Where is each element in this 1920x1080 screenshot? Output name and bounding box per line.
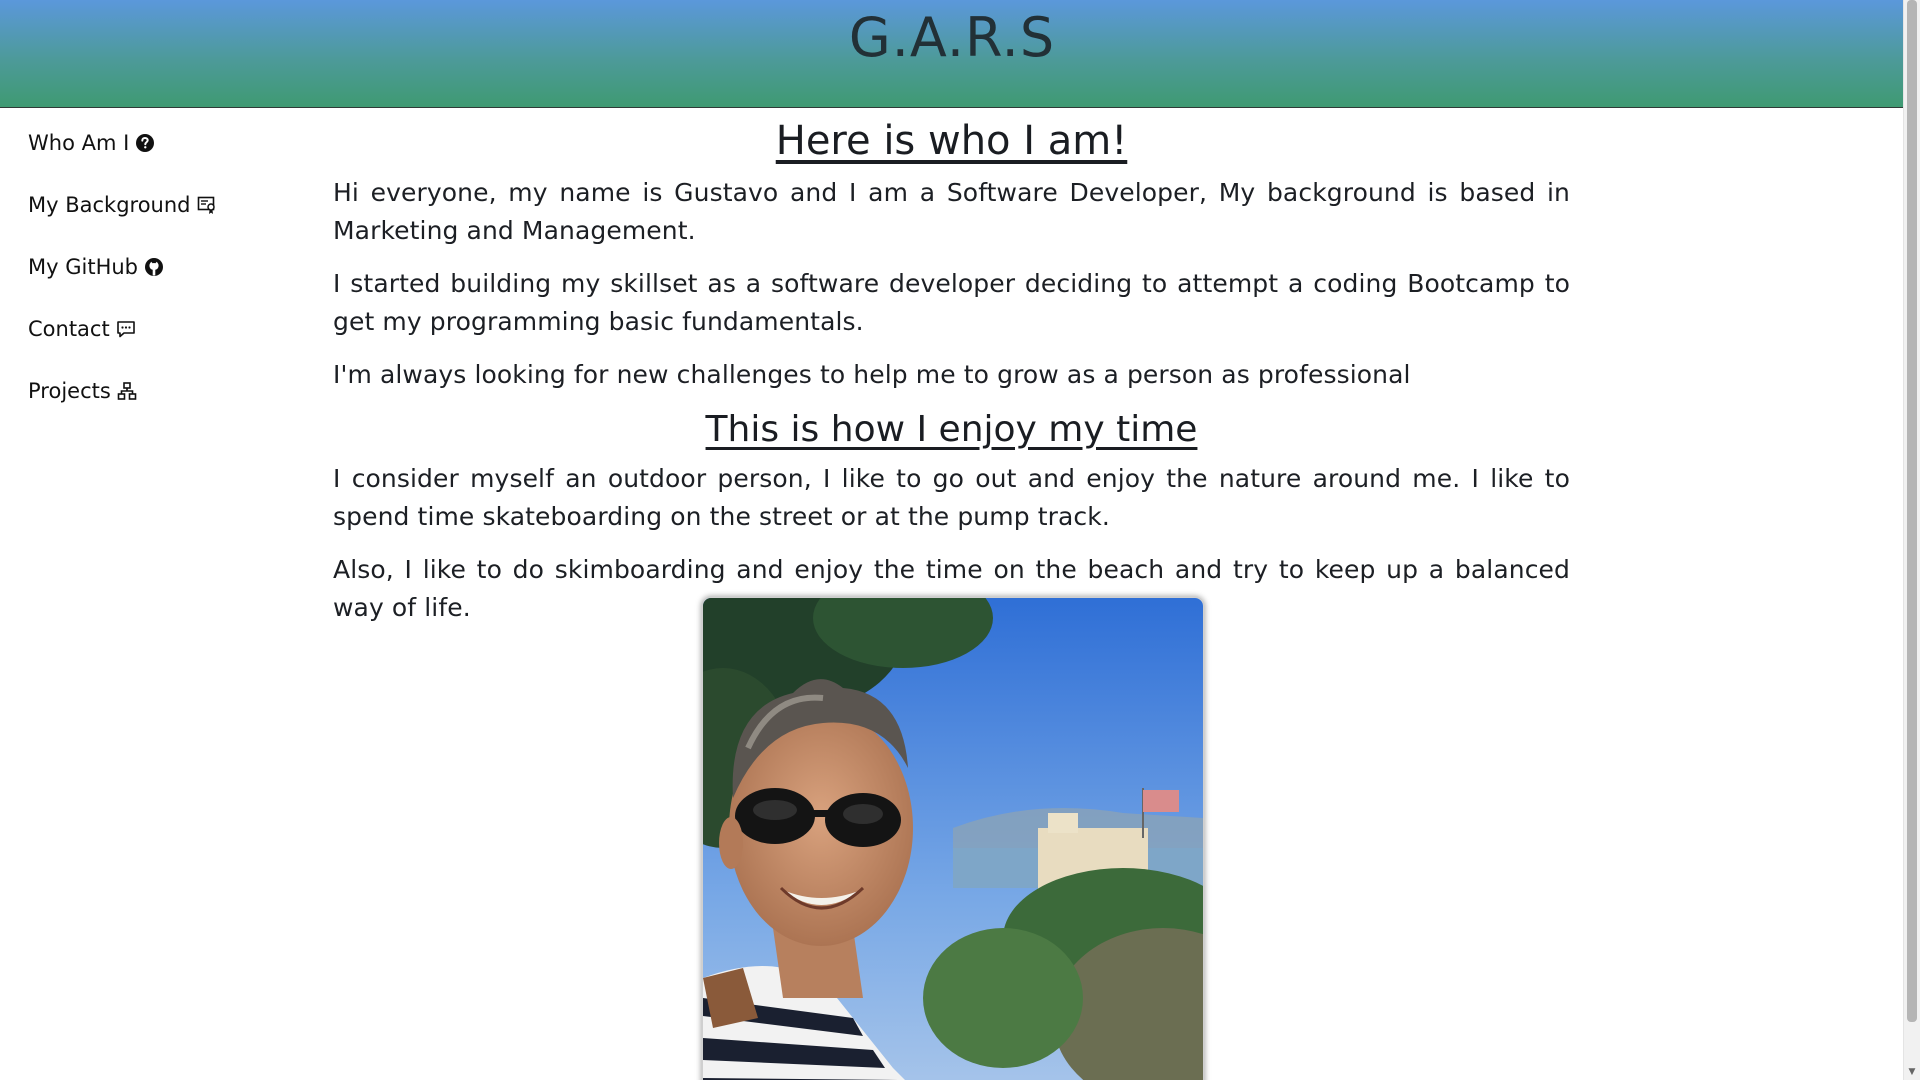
certificate-icon bbox=[197, 195, 217, 215]
challenges-paragraph: I'm always looking for new challenges to… bbox=[333, 360, 1411, 389]
scrollbar-thumb[interactable] bbox=[1907, 0, 1917, 1022]
sidebar-item-label: My Background bbox=[28, 193, 191, 217]
chat-icon bbox=[116, 319, 136, 339]
profile-photo-illustration bbox=[703, 598, 1203, 1080]
question-circle-icon bbox=[135, 133, 155, 153]
enjoy-time-heading: This is how I enjoy my time bbox=[705, 409, 1198, 450]
profile-photo bbox=[701, 596, 1205, 1080]
intro-paragraph: Hi everyone, my name is Gustavo and I am… bbox=[333, 178, 1570, 245]
site-title: G.A.R.S bbox=[848, 6, 1056, 69]
scroll-down-arrow-icon[interactable]: ▼ bbox=[1904, 1064, 1920, 1080]
sidebar-item-my-github[interactable]: My GitHub bbox=[28, 236, 288, 298]
sidebar-item-label: My GitHub bbox=[28, 255, 138, 279]
github-icon bbox=[144, 257, 164, 277]
main-content: Here is who I am! Hi everyone, my name i… bbox=[333, 118, 1570, 642]
sidebar-item-my-background[interactable]: My Background bbox=[28, 174, 288, 236]
who-i-am-heading: Here is who I am! bbox=[775, 118, 1128, 164]
skillset-paragraph: I started building my skillset as a soft… bbox=[333, 269, 1570, 336]
sidebar-item-label: Contact bbox=[28, 317, 110, 341]
sidebar-item-projects[interactable]: Projects bbox=[28, 360, 288, 422]
sidebar-item-who-am-i[interactable]: Who Am I bbox=[28, 112, 288, 174]
outdoor-paragraph: I consider myself an outdoor person, I l… bbox=[333, 464, 1570, 531]
site-header: G.A.R.S bbox=[0, 0, 1904, 108]
sidebar-item-label: Who Am I bbox=[28, 131, 130, 155]
sidebar-item-label: Projects bbox=[28, 379, 111, 403]
vertical-scrollbar[interactable]: ▼ bbox=[1903, 0, 1920, 1080]
page: G.A.R.S Who Am I My Background My GitHub… bbox=[0, 0, 1920, 1080]
diagram-icon bbox=[117, 381, 137, 401]
sidebar-nav: Who Am I My Background My GitHub Contact… bbox=[28, 112, 288, 422]
sidebar-item-contact[interactable]: Contact bbox=[28, 298, 288, 360]
